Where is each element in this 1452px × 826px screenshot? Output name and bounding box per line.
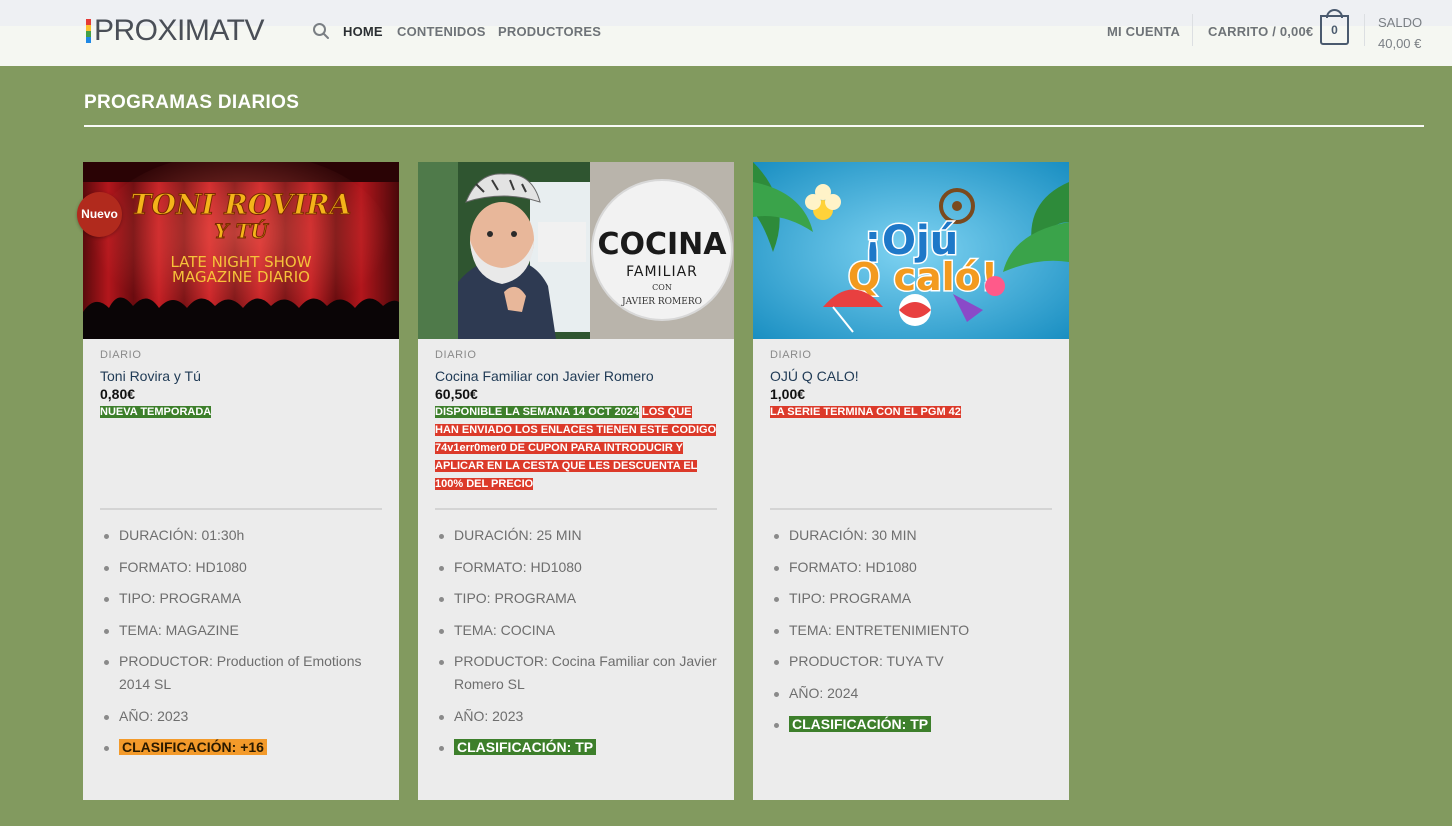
product-image[interactable]: ¡Ojú Q caló! bbox=[753, 162, 1069, 339]
product-price: 60,50€ bbox=[435, 386, 478, 402]
product-price: 0,80€ bbox=[100, 386, 136, 402]
svg-text:Q caló!: Q caló! bbox=[848, 255, 998, 299]
spec-item: FORMATO: HD1080 bbox=[101, 556, 383, 579]
spec-item: FORMATO: HD1080 bbox=[436, 556, 718, 579]
spec-item: PRODUCTOR: Production of Emotions 2014 S… bbox=[101, 650, 383, 696]
spec-item: FORMATO: HD1080 bbox=[771, 556, 1053, 579]
spec-item: PRODUCTOR: Cocina Familiar con Javier Ro… bbox=[436, 650, 718, 696]
product-specs: DURACIÓN: 30 MIN FORMATO: HD1080 TIPO: P… bbox=[771, 524, 1053, 745]
spec-item: TIPO: PROGRAMA bbox=[436, 587, 718, 610]
product-title[interactable]: Cocina Familiar con Javier Romero bbox=[435, 367, 717, 385]
account-link[interactable]: MI CUENTA bbox=[1107, 24, 1180, 39]
cart-link[interactable]: CARRITO / 0,00€ bbox=[1208, 24, 1313, 39]
balance-label: SALDO bbox=[1378, 15, 1423, 30]
product-specs: DURACIÓN: 25 MIN FORMATO: HD1080 TIPO: P… bbox=[436, 524, 718, 768]
section-underline bbox=[84, 125, 1424, 127]
section-title: PROGRAMAS DIARIOS bbox=[84, 92, 300, 113]
search-icon[interactable] bbox=[312, 22, 330, 40]
product-category: DIARIO bbox=[435, 349, 477, 361]
spec-item: DURACIÓN: 30 MIN bbox=[771, 524, 1053, 547]
spec-item-rating: CLASIFICACIÓN: +16 bbox=[101, 736, 383, 759]
svg-text:Y TÚ: Y TÚ bbox=[214, 218, 269, 243]
spec-item: TEMA: COCINA bbox=[436, 619, 718, 642]
product-card: ¡Ojú Q caló! DIARIO OJÚ Q CALO! 1,00€ LA… bbox=[753, 162, 1069, 800]
spec-item: AÑO: 2024 bbox=[771, 682, 1053, 705]
nav-home[interactable]: HOME bbox=[343, 24, 383, 39]
product-specs: DURACIÓN: 01:30h FORMATO: HD1080 TIPO: P… bbox=[101, 524, 383, 768]
product-card: COCINA FAMILIAR CON JAVIER ROMERO DIARIO… bbox=[418, 162, 734, 800]
product-image[interactable]: COCINA FAMILIAR CON JAVIER ROMERO bbox=[418, 162, 734, 339]
svg-text:MAGAZINE DIARIO: MAGAZINE DIARIO bbox=[172, 268, 310, 286]
product-image[interactable]: TONI ROVIRA Y TÚ LATE NIGHT SHOW MAGAZIN… bbox=[83, 162, 399, 339]
new-badge: Nuevo bbox=[77, 192, 122, 237]
notice-green: NUEVA TEMPORADA bbox=[100, 406, 212, 418]
product-title[interactable]: Toni Rovira y Tú bbox=[100, 367, 382, 385]
product-title[interactable]: OJÚ Q CALO! bbox=[770, 367, 1052, 385]
nav-productores[interactable]: PRODUCTORES bbox=[498, 24, 601, 39]
logo-text: PROXIMATV bbox=[94, 14, 264, 47]
product-price: 1,00€ bbox=[770, 386, 806, 402]
card-separator bbox=[435, 508, 717, 510]
spec-item-rating: CLASIFICACIÓN: TP bbox=[436, 736, 718, 759]
notice-red: LA SERIE TERMINA CON EL PGM 42 bbox=[770, 406, 961, 418]
card-separator bbox=[100, 508, 382, 510]
site-header: PROXIMATV HOME CONTENIDOS PRODUCTORES MI… bbox=[0, 0, 1452, 66]
product-category: DIARIO bbox=[100, 349, 142, 361]
spec-item-rating: CLASIFICACIÓN: TP bbox=[771, 713, 1053, 736]
balance-value: 40,00 € bbox=[1378, 36, 1422, 51]
rating-badge: CLASIFICACIÓN: TP bbox=[789, 716, 932, 732]
product-info: DIARIO OJÚ Q CALO! 1,00€ LA SERIE TERMIN… bbox=[770, 348, 1052, 421]
svg-text:FAMILIAR: FAMILIAR bbox=[626, 264, 698, 280]
header-divider bbox=[1192, 14, 1193, 46]
svg-text:CON: CON bbox=[652, 283, 672, 292]
spec-item: TEMA: ENTRETENIMIENTO bbox=[771, 619, 1053, 642]
notice-red: LOS QUE HAN ENVIADO LOS ENLACES TIENEN E… bbox=[435, 406, 717, 490]
notice-green: DISPONIBLE LA SEMANA 14 OCT 2024 bbox=[435, 406, 639, 418]
product-info: DIARIO Toni Rovira y Tú 0,80€ NUEVA TEMP… bbox=[100, 348, 382, 421]
spec-item: TIPO: PROGRAMA bbox=[771, 587, 1053, 610]
spec-item: DURACIÓN: 01:30h bbox=[101, 524, 383, 547]
product-notice: NUEVA TEMPORADA bbox=[100, 403, 382, 421]
product-card: TONI ROVIRA Y TÚ LATE NIGHT SHOW MAGAZIN… bbox=[83, 162, 399, 800]
spec-item: AÑO: 2023 bbox=[101, 705, 383, 728]
svg-text:TONI ROVIRA: TONI ROVIRA bbox=[131, 188, 352, 221]
nav-contenidos[interactable]: CONTENIDOS bbox=[397, 24, 486, 39]
spec-item: AÑO: 2023 bbox=[436, 705, 718, 728]
logo-color-bar bbox=[86, 19, 91, 43]
spec-item: PRODUCTOR: TUYA TV bbox=[771, 650, 1053, 673]
product-category: DIARIO bbox=[770, 349, 812, 361]
spec-item: TIPO: PROGRAMA bbox=[101, 587, 383, 610]
svg-text:JAVIER ROMERO: JAVIER ROMERO bbox=[621, 297, 702, 307]
product-info: DIARIO Cocina Familiar con Javier Romero… bbox=[435, 348, 717, 493]
site-logo[interactable]: PROXIMATV bbox=[86, 14, 264, 47]
svg-text:COCINA: COCINA bbox=[597, 227, 727, 262]
product-notice: DISPONIBLE LA SEMANA 14 OCT 2024 LOS QUE… bbox=[435, 403, 717, 493]
card-separator bbox=[770, 508, 1052, 510]
product-notice: LA SERIE TERMINA CON EL PGM 42 bbox=[770, 403, 1052, 421]
rating-badge: CLASIFICACIÓN: TP bbox=[454, 739, 597, 755]
balance: SALDO 40,00 € bbox=[1378, 12, 1422, 54]
header-divider bbox=[1364, 14, 1365, 46]
rating-badge: CLASIFICACIÓN: +16 bbox=[119, 739, 267, 755]
spec-item: TEMA: MAGAZINE bbox=[101, 619, 383, 642]
spec-item: DURACIÓN: 25 MIN bbox=[436, 524, 718, 547]
cart-count-icon[interactable]: 0 bbox=[1320, 15, 1349, 45]
